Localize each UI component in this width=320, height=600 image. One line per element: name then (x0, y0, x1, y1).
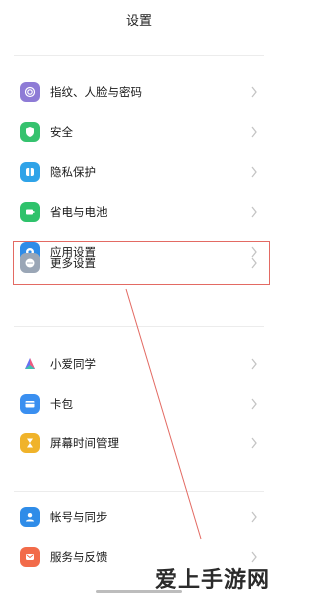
shield-icon (20, 122, 40, 142)
feedback-icon (20, 547, 40, 567)
chevron-right-icon (251, 398, 257, 410)
card-icon (20, 394, 40, 414)
settings-item-xiaoai[interactable]: 小爱同学 (14, 349, 264, 379)
settings-item-screen-time[interactable]: 屏幕时间管理 (14, 428, 264, 458)
page-title: 设置 (125, 14, 152, 29)
chevron-right-icon (251, 166, 257, 178)
fingerprint-icon (20, 82, 40, 102)
settings-item-label: 隐私保护 (50, 165, 96, 179)
watermark-text: 爱上手游网 (154, 568, 270, 593)
settings-item-privacy[interactable]: 隐私保护 (14, 157, 264, 187)
settings-item-label: 指纹、人脸与密码 (50, 85, 142, 99)
chevron-right-icon (251, 206, 257, 218)
divider (14, 326, 264, 327)
battery-icon (20, 202, 40, 222)
settings-item-label: 帐号与同步 (50, 510, 108, 524)
divider (14, 55, 264, 56)
hourglass-icon (20, 433, 40, 453)
settings-item-label: 屏幕时间管理 (50, 436, 119, 450)
highlight-box (13, 241, 270, 285)
chevron-right-icon (251, 126, 257, 138)
divider (14, 491, 264, 492)
settings-item-account-sync[interactable]: 帐号与同步 (14, 502, 264, 532)
chevron-right-icon (251, 358, 257, 370)
settings-item-label: 卡包 (50, 397, 73, 411)
xiaoai-icon (20, 354, 40, 374)
chevron-right-icon (251, 86, 257, 98)
settings-item-power-battery[interactable]: 省电与电池 (14, 197, 264, 227)
settings-item-label: 小爱同学 (50, 357, 96, 371)
settings-item-security[interactable]: 安全 (14, 117, 264, 147)
account-icon (20, 507, 40, 527)
chevron-right-icon (251, 511, 257, 523)
privacy-icon (20, 162, 40, 182)
settings-item-label: 省电与电池 (50, 205, 108, 219)
chevron-right-icon (251, 437, 257, 449)
settings-item-card-wallet[interactable]: 卡包 (14, 389, 264, 419)
settings-item-fingerprint-face-password[interactable]: 指纹、人脸与密码 (14, 77, 264, 107)
settings-item-label: 安全 (50, 125, 73, 139)
